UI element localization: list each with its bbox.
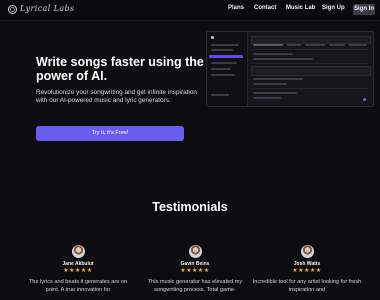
nav-link-plans[interactable]: Plans	[228, 5, 244, 11]
hero-title: Write songs faster using the power of AI…	[36, 55, 204, 83]
try-free-button[interactable]: Try it, it's Free!	[36, 126, 184, 141]
nav-link-music-lab[interactable]: Music Lab	[286, 5, 315, 11]
logo-icon[interactable]	[8, 5, 17, 14]
testimonial-quote: Incredible tool for any artist looking f…	[252, 279, 362, 293]
star-rating: ★★★★★	[63, 268, 93, 274]
sign-in-button[interactable]: Sign In	[353, 4, 375, 15]
testimonial-name: Gavin Beins	[180, 261, 210, 267]
nav-link-sign-up[interactable]: Sign Up	[322, 5, 345, 11]
app-screenshot	[206, 31, 374, 107]
nav-link-contact[interactable]: Contact	[254, 5, 276, 11]
star-rating: ★★★★★	[180, 268, 210, 274]
testimonial-card: Gavin Beins ★★★★★ This music generator h…	[140, 242, 250, 294]
brand-logo[interactable]: Lyrical Labs	[20, 4, 75, 13]
avatar	[188, 245, 202, 258]
top-nav: Lyrical Labs Plans Contact Music Lab Sig…	[0, 0, 380, 21]
hero-subtitle: Revolutionize your songwriting and get i…	[36, 89, 197, 104]
testimonial-card: Jane Akbulut ★★★★★ The lyrics and beats …	[23, 242, 133, 294]
avatar	[71, 245, 85, 258]
testimonials-heading: Testimonials	[152, 200, 228, 214]
testimonial-quote: The lyrics and beats it generates are on…	[28, 279, 128, 293]
screenshot-sidebar	[207, 32, 248, 106]
avatar	[300, 245, 314, 258]
star-rating: ★★★★★	[292, 268, 322, 274]
testimonial-name: Jane Akbulut	[62, 261, 94, 267]
testimonial-card: Josh Watts ★★★★★ Incredible tool for any…	[252, 242, 362, 294]
testimonial-quote: This music generator has elevated my son…	[147, 279, 243, 293]
testimonial-name: Josh Watts	[293, 261, 321, 267]
